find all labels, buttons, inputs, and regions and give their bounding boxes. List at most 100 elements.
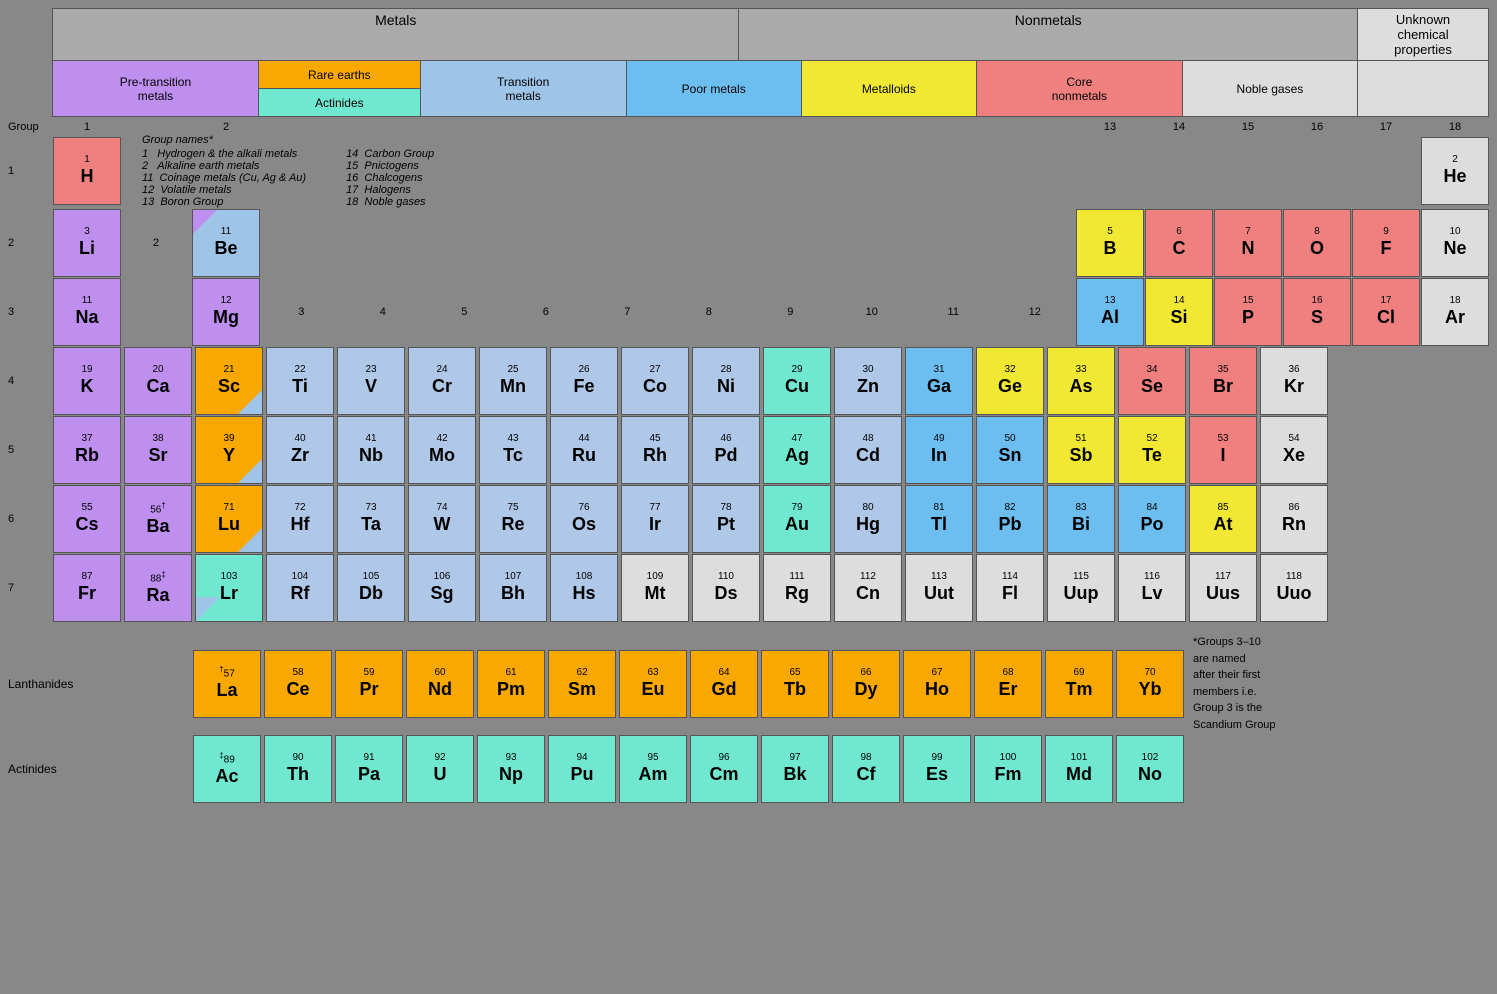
element-Lr[interactable]: 103Lr: [195, 554, 263, 622]
element-U[interactable]: 92U: [406, 735, 474, 803]
element-Yb[interactable]: 70Yb: [1116, 650, 1184, 718]
element-Te[interactable]: 52Te: [1118, 416, 1186, 484]
element-Uut[interactable]: 113Uut: [905, 554, 973, 622]
element-Lv[interactable]: 116Lv: [1118, 554, 1186, 622]
element-Pt[interactable]: 78Pt: [692, 485, 760, 553]
element-Er[interactable]: 68Er: [974, 650, 1042, 718]
element-H[interactable]: 1 H: [53, 137, 121, 205]
element-V[interactable]: 23V: [337, 347, 405, 415]
element-I[interactable]: 53I: [1189, 416, 1257, 484]
element-Cr[interactable]: 24Cr: [408, 347, 476, 415]
element-O[interactable]: 8 O: [1283, 209, 1351, 277]
element-Uus[interactable]: 117Uus: [1189, 554, 1257, 622]
element-Ho[interactable]: 67Ho: [903, 650, 971, 718]
element-Cs[interactable]: 55Cs: [53, 485, 121, 553]
element-Bk[interactable]: 97Bk: [761, 735, 829, 803]
element-B[interactable]: 5 B: [1076, 209, 1144, 277]
element-Ta[interactable]: 73Ta: [337, 485, 405, 553]
element-Bi[interactable]: 83Bi: [1047, 485, 1115, 553]
element-Pd[interactable]: 46Pd: [692, 416, 760, 484]
element-Ac[interactable]: ‡89 Ac: [193, 735, 261, 803]
element-Hg[interactable]: 80Hg: [834, 485, 902, 553]
element-Br[interactable]: 35Br: [1189, 347, 1257, 415]
element-Pa[interactable]: 91Pa: [335, 735, 403, 803]
element-C[interactable]: 6 C: [1145, 209, 1213, 277]
element-Fl[interactable]: 114Fl: [976, 554, 1044, 622]
element-Ni[interactable]: 28Ni: [692, 347, 760, 415]
element-Zr[interactable]: 40Zr: [266, 416, 334, 484]
element-Ar[interactable]: 18 Ar: [1421, 278, 1489, 346]
element-Ru[interactable]: 44Ru: [550, 416, 618, 484]
element-No[interactable]: 102No: [1116, 735, 1184, 803]
element-Es[interactable]: 99Es: [903, 735, 971, 803]
element-Ds[interactable]: 110Ds: [692, 554, 760, 622]
element-Sn[interactable]: 50Sn: [976, 416, 1044, 484]
element-Rg[interactable]: 111Rg: [763, 554, 831, 622]
element-Tb[interactable]: 65Tb: [761, 650, 829, 718]
element-Y[interactable]: 39Y: [195, 416, 263, 484]
element-Cu[interactable]: 29Cu: [763, 347, 831, 415]
element-Rb[interactable]: 37Rb: [53, 416, 121, 484]
element-Cf[interactable]: 98Cf: [832, 735, 900, 803]
element-Ne[interactable]: 10 Ne: [1421, 209, 1489, 277]
element-Lu[interactable]: 71Lu: [195, 485, 263, 553]
element-Fe[interactable]: 26Fe: [550, 347, 618, 415]
element-Nd[interactable]: 60Nd: [406, 650, 474, 718]
element-He[interactable]: 2 He: [1421, 137, 1489, 205]
element-Cn[interactable]: 112Cn: [834, 554, 902, 622]
element-Re[interactable]: 75Re: [479, 485, 547, 553]
element-Sm[interactable]: 62Sm: [548, 650, 616, 718]
element-Eu[interactable]: 63Eu: [619, 650, 687, 718]
element-Cd[interactable]: 48Cd: [834, 416, 902, 484]
element-Sg[interactable]: 106Sg: [408, 554, 476, 622]
element-Rf[interactable]: 104Rf: [266, 554, 334, 622]
element-Cl[interactable]: 17 Cl: [1352, 278, 1420, 346]
element-La[interactable]: †57 La: [193, 650, 261, 718]
element-In[interactable]: 49In: [905, 416, 973, 484]
element-Ce[interactable]: 58Ce: [264, 650, 332, 718]
element-As[interactable]: 33As: [1047, 347, 1115, 415]
element-Ir[interactable]: 77Ir: [621, 485, 689, 553]
element-At[interactable]: 85At: [1189, 485, 1257, 553]
element-Sr[interactable]: 38Sr: [124, 416, 192, 484]
element-F[interactable]: 9 F: [1352, 209, 1420, 277]
element-Mo[interactable]: 42Mo: [408, 416, 476, 484]
element-Al[interactable]: 13 Al: [1076, 278, 1144, 346]
element-Au[interactable]: 79Au: [763, 485, 831, 553]
element-Ga[interactable]: 31Ga: [905, 347, 973, 415]
element-Ge[interactable]: 32Ge: [976, 347, 1044, 415]
element-Li[interactable]: 3 Li: [53, 209, 121, 277]
element-Pr[interactable]: 59Pr: [335, 650, 403, 718]
element-Be[interactable]: 11 Be: [192, 209, 260, 277]
element-Rn[interactable]: 86Rn: [1260, 485, 1328, 553]
element-Uup[interactable]: 115Uup: [1047, 554, 1115, 622]
element-Tc[interactable]: 43Tc: [479, 416, 547, 484]
element-Os[interactable]: 76Os: [550, 485, 618, 553]
element-Ag[interactable]: 47Ag: [763, 416, 831, 484]
element-Np[interactable]: 93Np: [477, 735, 545, 803]
element-Rh[interactable]: 45Rh: [621, 416, 689, 484]
element-Dy[interactable]: 66Dy: [832, 650, 900, 718]
element-Pb[interactable]: 82Pb: [976, 485, 1044, 553]
element-Xe[interactable]: 54Xe: [1260, 416, 1328, 484]
element-N[interactable]: 7 N: [1214, 209, 1282, 277]
element-Th[interactable]: 90Th: [264, 735, 332, 803]
element-Si[interactable]: 14 Si: [1145, 278, 1213, 346]
element-Mg[interactable]: 12 Mg: [192, 278, 260, 346]
element-W[interactable]: 74W: [408, 485, 476, 553]
element-Uuo[interactable]: 118Uuo: [1260, 554, 1328, 622]
element-Fm[interactable]: 100Fm: [974, 735, 1042, 803]
element-Kr[interactable]: 36Kr: [1260, 347, 1328, 415]
element-Ba[interactable]: 56† Ba: [124, 485, 192, 553]
element-Gd[interactable]: 64Gd: [690, 650, 758, 718]
element-Tm[interactable]: 69Tm: [1045, 650, 1113, 718]
element-P[interactable]: 15 P: [1214, 278, 1282, 346]
element-Sc[interactable]: 21 Sc: [195, 347, 263, 415]
element-Hs[interactable]: 108Hs: [550, 554, 618, 622]
element-Ti[interactable]: 22Ti: [266, 347, 334, 415]
element-Sb[interactable]: 51Sb: [1047, 416, 1115, 484]
element-Pm[interactable]: 61Pm: [477, 650, 545, 718]
element-Nb[interactable]: 41Nb: [337, 416, 405, 484]
element-Tl[interactable]: 81Tl: [905, 485, 973, 553]
element-Mn[interactable]: 25Mn: [479, 347, 547, 415]
